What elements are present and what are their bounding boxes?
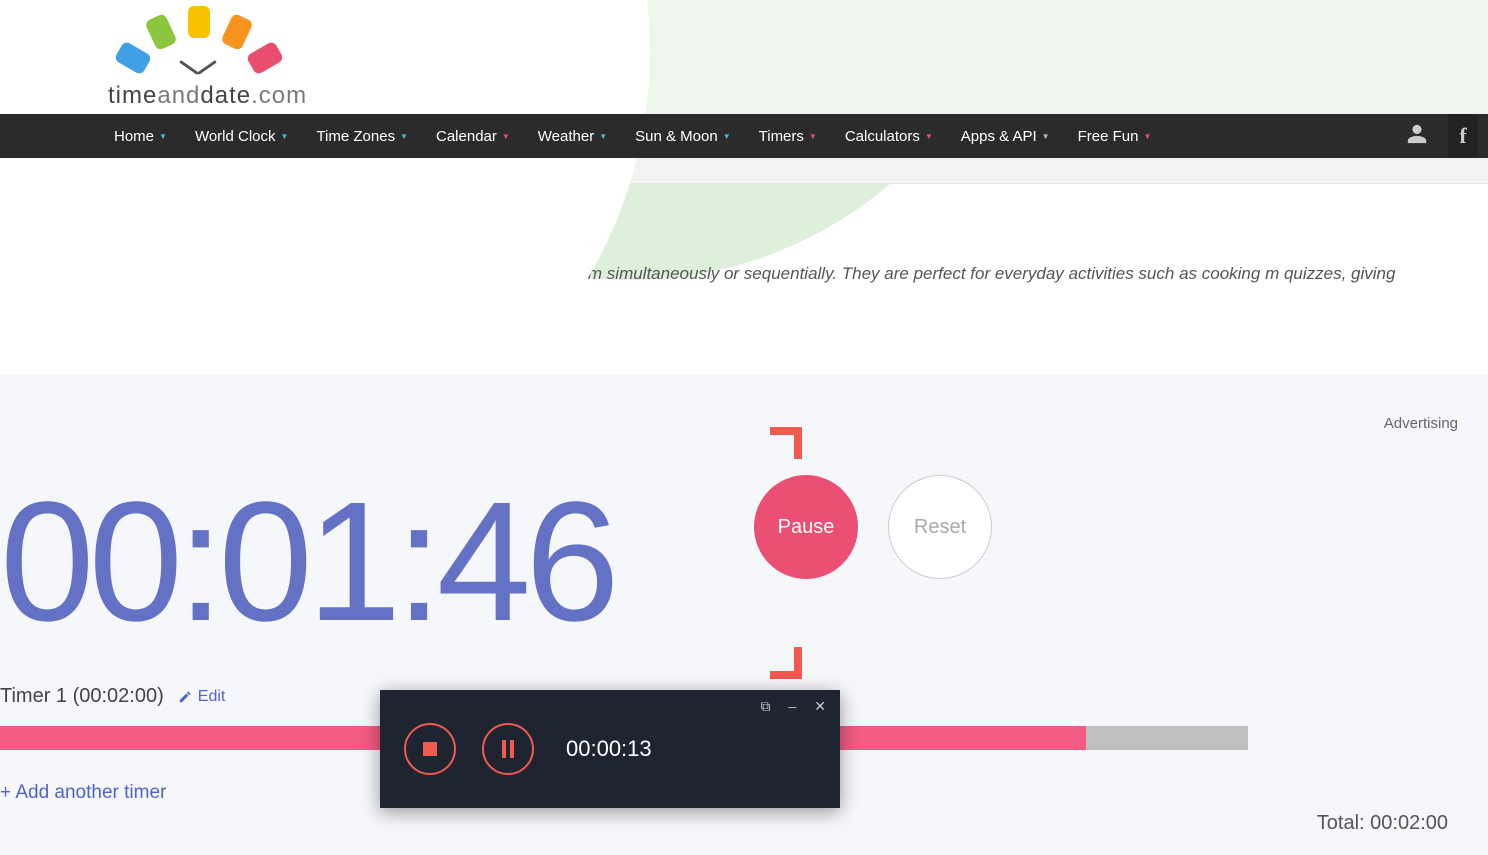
screen-recorder-overlay[interactable]: 00:00:13 ⧉ – ✕ xyxy=(380,690,840,808)
timer-frame: 00:01:46 xyxy=(0,427,790,647)
recording-elapsed: 00:00:13 xyxy=(566,736,652,762)
nav-weather[interactable]: Weather▼ xyxy=(524,114,621,158)
stop-icon xyxy=(423,742,437,756)
minimize-icon[interactable]: – xyxy=(788,698,796,715)
nav-timers[interactable]: Timers▼ xyxy=(745,114,831,158)
chevron-down-icon: ▼ xyxy=(809,132,817,141)
nav-calendar[interactable]: Calendar▼ xyxy=(422,114,524,158)
facebook-icon[interactable]: f xyxy=(1448,114,1478,158)
chevron-down-icon: ▼ xyxy=(723,132,731,141)
chevron-down-icon: ▼ xyxy=(925,132,933,141)
pause-button[interactable]: Pause xyxy=(754,475,858,579)
pause-recording-button[interactable] xyxy=(482,723,534,775)
advertising-label: Advertising xyxy=(1384,415,1458,432)
nav-home[interactable]: Home▼ xyxy=(100,114,181,158)
main-nav: Home▼ World Clock▼ Time Zones▼ Calendar▼… xyxy=(0,114,1488,158)
stop-recording-button[interactable] xyxy=(404,723,456,775)
nav-world-clock[interactable]: World Clock▼ xyxy=(181,114,303,158)
frame-corner-icon xyxy=(770,647,802,679)
site-logo[interactable]: timeanddate.com xyxy=(108,10,318,80)
chevron-down-icon: ▼ xyxy=(599,132,607,141)
popout-icon[interactable]: ⧉ xyxy=(760,698,770,715)
site-header: timeanddate.com xyxy=(0,0,1488,114)
chevron-down-icon: ▼ xyxy=(400,132,408,141)
reset-button[interactable]: Reset xyxy=(888,475,992,579)
logo-burst-icon xyxy=(108,10,318,80)
chevron-down-icon: ▼ xyxy=(502,132,510,141)
nav-sun-moon[interactable]: Sun & Moon▼ xyxy=(621,114,744,158)
pause-icon xyxy=(502,740,514,758)
chevron-down-icon: ▼ xyxy=(1042,132,1050,141)
close-icon[interactable]: ✕ xyxy=(814,698,826,715)
chevron-down-icon: ▼ xyxy=(281,132,289,141)
pencil-icon xyxy=(178,690,192,704)
nav-apps-api[interactable]: Apps & API▼ xyxy=(947,114,1064,158)
chevron-down-icon: ▼ xyxy=(159,132,167,141)
nav-free-fun[interactable]: Free Fun▼ xyxy=(1064,114,1166,158)
edit-timer-link[interactable]: Edit xyxy=(178,688,226,706)
nav-calculators[interactable]: Calculators▼ xyxy=(831,114,947,158)
frame-corner-icon xyxy=(770,427,802,459)
timer-name: Timer 1 (00:02:00) xyxy=(0,685,164,708)
clock-hands-icon xyxy=(178,54,218,78)
timer-display: 00:01:46 xyxy=(0,427,790,647)
account-icon[interactable] xyxy=(1406,123,1428,149)
logo-text: timeanddate.com xyxy=(108,82,307,110)
nav-time-zones[interactable]: Time Zones▼ xyxy=(302,114,422,158)
total-time: Total: 00:02:00 xyxy=(1317,812,1448,835)
chevron-down-icon: ▼ xyxy=(1143,132,1151,141)
